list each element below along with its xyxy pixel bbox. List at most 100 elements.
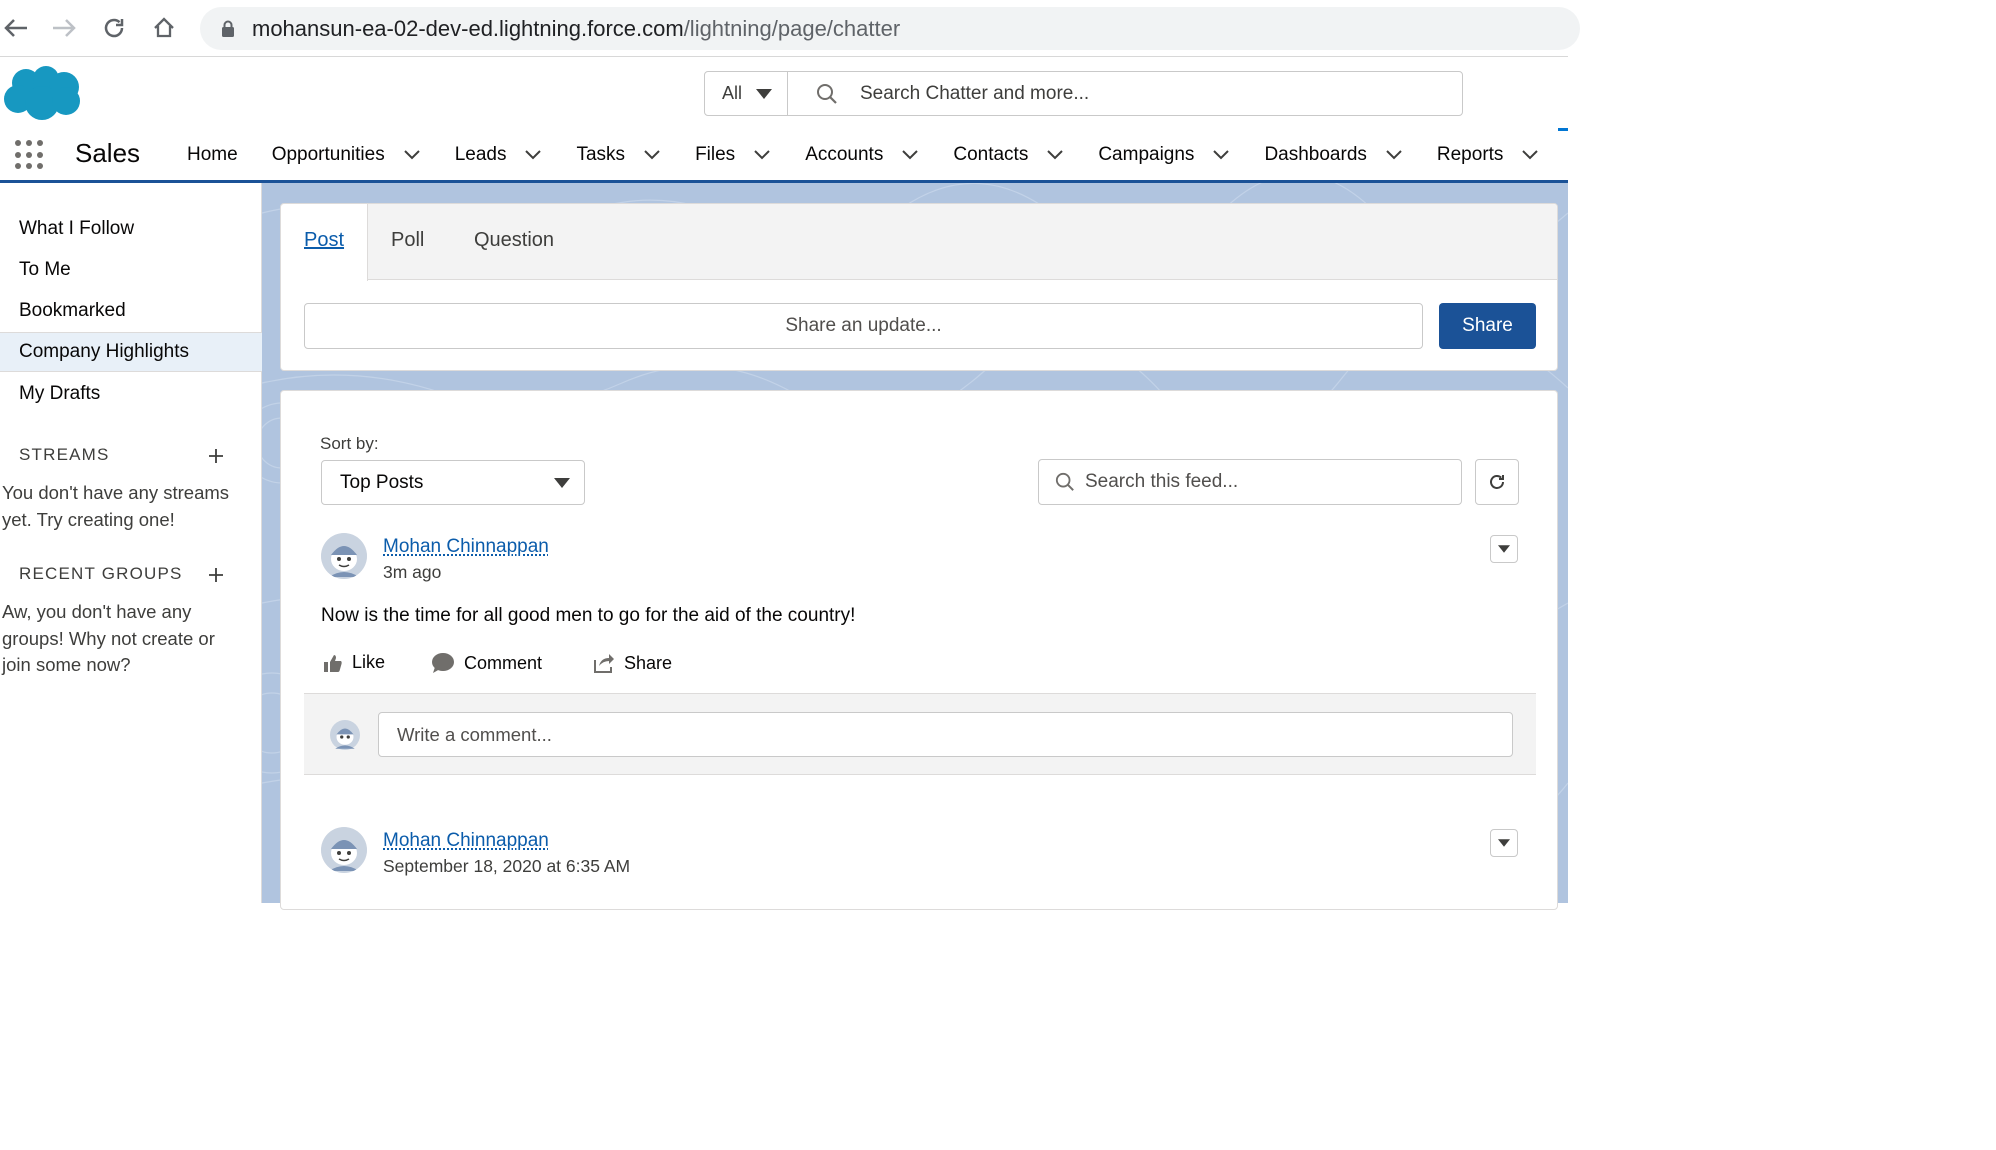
post-timestamp[interactable]: 3m ago [383, 562, 441, 583]
url-path: /lightning/page/chatter [683, 15, 901, 41]
nav-item-label: Leads [454, 144, 507, 165]
nav-item-contacts[interactable]: Contacts [953, 127, 1064, 183]
comment-button[interactable]: Comment [431, 652, 542, 674]
share-post-button[interactable]: Share [593, 652, 672, 674]
add-group-icon[interactable] [207, 566, 225, 584]
nav-item-label: Files [695, 144, 736, 165]
lock-icon[interactable] [218, 19, 238, 39]
nav-accent [1558, 128, 1568, 131]
nav-item-label: Opportunities [271, 144, 385, 165]
nav-item-label: Campaigns [1098, 144, 1195, 165]
nav-item-accounts[interactable]: Accounts [805, 127, 919, 183]
nav-item-reports[interactable]: Reports [1437, 127, 1540, 183]
tab-poll[interactable]: Poll [391, 229, 424, 252]
share-update-input[interactable]: Share an update... [304, 303, 1423, 349]
reload-icon[interactable] [98, 12, 130, 44]
sidebar-item-company-highlights[interactable]: Company Highlights [0, 332, 262, 372]
chatter-publisher: Post Poll Question Share an update... Sh… [280, 203, 1558, 371]
current-user-avatar [330, 720, 360, 750]
caret-down-icon [554, 478, 570, 488]
back-icon[interactable] [0, 12, 32, 44]
sidebar-item-to-me[interactable]: To Me [0, 250, 262, 290]
nav-item-label: Contacts [953, 144, 1029, 165]
sort-value: Top Posts [340, 471, 424, 493]
global-search-placeholder: Search Chatter and more... [860, 82, 1090, 104]
sort-dropdown[interactable]: Top Posts [321, 460, 585, 505]
sidebar-item-bookmarked[interactable]: Bookmarked [0, 291, 262, 331]
caret-down-icon [1498, 839, 1510, 847]
nav-item-files[interactable]: Files [695, 127, 771, 183]
nav-item-label: Reports [1436, 144, 1504, 165]
feed-search-placeholder: Search this feed... [1085, 471, 1239, 492]
chevron-down-icon[interactable] [1385, 146, 1403, 164]
nav-item-label: Accounts [805, 144, 884, 165]
app-name: Sales [75, 138, 141, 168]
nav-item-opportunities[interactable]: Opportunities [272, 127, 421, 183]
post-menu-button[interactable] [1490, 535, 1518, 563]
like-icon [324, 654, 342, 672]
address-bar[interactable]: mohansun-ea-02-dev-ed.lightning.force.co… [200, 7, 1580, 50]
add-stream-icon[interactable] [207, 447, 225, 465]
chevron-down-icon[interactable] [1046, 146, 1064, 164]
tab-post[interactable]: Post [304, 229, 344, 252]
share-button[interactable]: Share [1439, 303, 1536, 349]
groups-empty-message: Aw, you don't have any groups! Why not c… [2, 599, 252, 679]
nav-item-dashboards[interactable]: Dashboards [1264, 127, 1402, 183]
chatter-feed: Sort by: Top Posts Search this feed... M… [280, 390, 1558, 910]
global-search-input[interactable]: Search Chatter and more... [788, 72, 1462, 115]
nav-item-campaigns[interactable]: Campaigns [1098, 127, 1230, 183]
post-timestamp[interactable]: September 18, 2020 at 6:35 AM [383, 856, 630, 877]
chatter-sidebar: What I Follow To Me Bookmarked Company High… [0, 183, 262, 903]
post-author-link[interactable]: Mohan Chinnappan [383, 830, 549, 852]
salesforce-logo[interactable] [2, 63, 84, 128]
groups-empty-line: groups! Why not create or [2, 627, 215, 649]
search-scope-label: All [722, 83, 743, 103]
chevron-down-icon[interactable] [643, 146, 661, 164]
global-search: All Search Chatter and more... [704, 71, 1463, 116]
post-menu-button[interactable] [1490, 829, 1518, 857]
chevron-down-icon[interactable] [1212, 146, 1230, 164]
nav-item-label: Dashboards [1264, 144, 1367, 165]
share-post-label: Share [624, 652, 673, 673]
caret-down-icon [1498, 545, 1510, 553]
user-avatar[interactable] [321, 533, 367, 579]
forward-icon[interactable] [48, 12, 80, 44]
streams-heading: STREAMS [19, 445, 110, 464]
caret-down-icon [756, 88, 773, 99]
nav-item-leads[interactable]: Leads [455, 127, 543, 183]
streams-empty-message: You don't have any streams yet. Try crea… [2, 480, 252, 533]
chevron-down-icon[interactable] [753, 146, 771, 164]
chevron-down-icon[interactable] [524, 146, 542, 164]
tab-question[interactable]: Question [474, 229, 554, 252]
write-comment-input[interactable]: Write a comment... [378, 712, 1513, 757]
write-comment-placeholder: Write a comment... [397, 723, 552, 745]
nav-item-label: Home [187, 144, 238, 165]
global-header: All Search Chatter and more... [0, 57, 1568, 127]
groups-empty-line: Aw, you don't have any [2, 601, 192, 622]
app-navigation: Sales Home Opportunities Leads Tasks Files Ac… [0, 127, 1568, 183]
home-icon[interactable] [148, 12, 180, 44]
comment-section: Write a comment... [304, 693, 1536, 775]
streams-empty-line: yet. Try creating one! [2, 508, 175, 530]
url-text: mohansun-ea-02-dev-ed.lightning.force.co… [252, 16, 900, 42]
nav-item-tasks[interactable]: Tasks [576, 127, 661, 183]
like-button[interactable]: Like [323, 652, 385, 673]
sidebar-item-my-drafts[interactable]: My Drafts [0, 374, 262, 414]
share-icon [594, 654, 614, 673]
chevron-down-icon[interactable] [901, 146, 919, 164]
user-avatar[interactable] [321, 827, 367, 873]
refresh-icon [1490, 475, 1504, 489]
chevron-down-icon[interactable] [403, 146, 421, 164]
app-launcher-icon[interactable] [15, 140, 45, 170]
refresh-feed-button[interactable] [1475, 459, 1519, 505]
feed-search-input[interactable]: Search this feed... [1038, 459, 1462, 505]
like-label: Like [352, 652, 386, 672]
post-author-link[interactable]: Mohan Chinnappan [383, 536, 549, 558]
sort-label: Sort by: [320, 434, 379, 453]
sidebar-item-what-i-follow[interactable]: What I Follow [0, 209, 262, 249]
comment-label: Comment [464, 652, 543, 673]
search-scope-dropdown[interactable]: All [705, 72, 788, 115]
nav-item-home[interactable]: Home [187, 127, 238, 183]
chevron-down-icon[interactable] [1521, 146, 1539, 164]
groups-empty-line: join some now? [2, 654, 131, 675]
